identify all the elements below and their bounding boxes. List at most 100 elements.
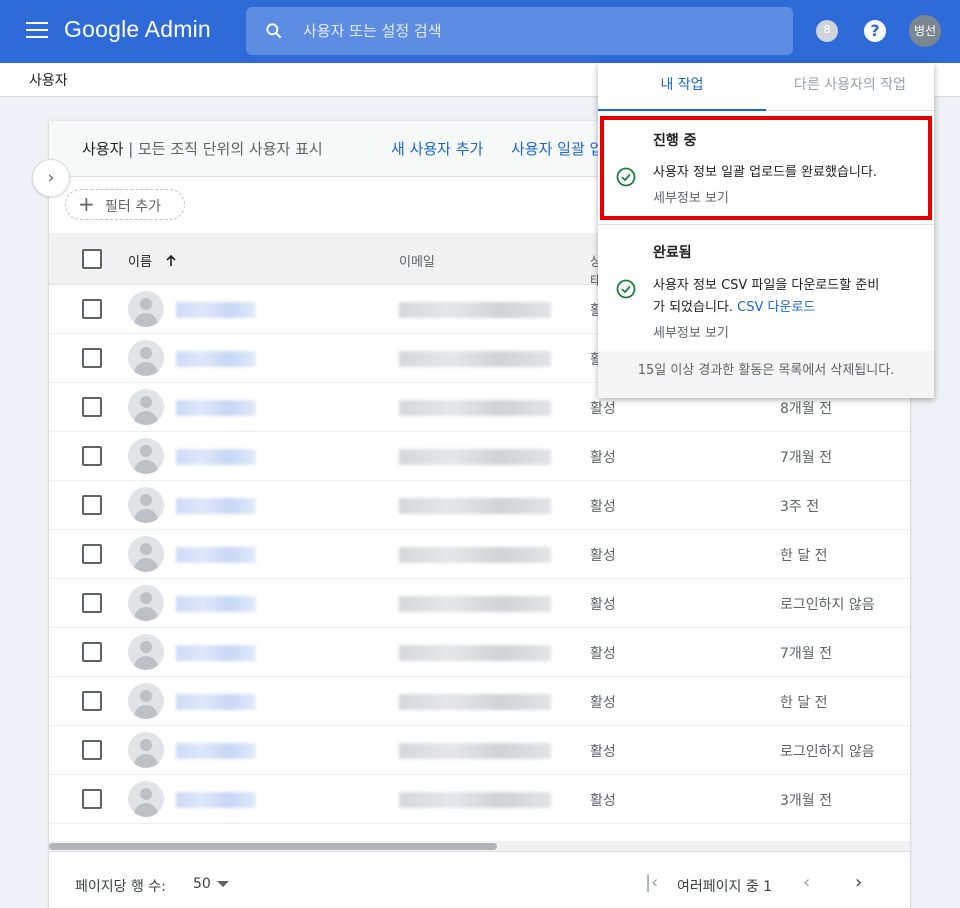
card-title-text: 사용자 — [82, 140, 124, 158]
menu-icon[interactable] — [26, 22, 48, 40]
app-title[interactable]: Google Admin — [64, 16, 211, 43]
user-email-redacted — [399, 645, 551, 661]
in-progress-title: 진행 중 — [653, 133, 697, 149]
account-avatar[interactable]: 병선 — [909, 15, 941, 47]
row-checkbox[interactable] — [82, 593, 102, 613]
row-checkbox[interactable] — [82, 397, 102, 417]
user-name-redacted[interactable] — [176, 547, 256, 563]
user-email-redacted — [399, 351, 551, 367]
search-bar[interactable] — [246, 7, 793, 55]
user-name-redacted[interactable] — [176, 449, 256, 465]
user-avatar — [128, 340, 164, 376]
user-avatar — [128, 536, 164, 572]
csv-download-link[interactable]: CSV 다운로드 — [737, 300, 815, 315]
row-checkbox[interactable] — [82, 740, 102, 760]
tasks-button[interactable]: 8 — [816, 20, 838, 42]
rows-per-page-select[interactable]: 50 — [193, 876, 229, 892]
details-link[interactable]: 세부정보 보기 — [653, 322, 729, 341]
details-link[interactable]: 세부정보 보기 — [653, 187, 729, 206]
tasks-count: 8 — [823, 23, 831, 36]
table-row[interactable]: 활성 7개월 전 — [49, 628, 910, 677]
user-status: 활성 — [590, 597, 616, 613]
tab-others-tasks[interactable]: 다른 사용자의 작업 — [766, 63, 934, 111]
card-title: 사용자 | 모든 조직 단위의 사용자 표시 — [82, 138, 323, 159]
user-last-login: 로그인하지 않음 — [780, 744, 875, 760]
row-checkbox[interactable] — [82, 789, 102, 809]
table-row[interactable]: 활성 3개월 전 — [49, 775, 910, 824]
user-avatar — [128, 291, 164, 327]
column-name-label: 이름 — [128, 255, 152, 270]
row-checkbox[interactable] — [82, 495, 102, 515]
table-row[interactable]: 활성 한 달 전 — [49, 677, 910, 726]
user-avatar — [128, 585, 164, 621]
select-all-checkbox[interactable] — [82, 249, 102, 269]
check-circle-icon — [616, 279, 636, 299]
expand-panel-button[interactable]: › — [32, 159, 70, 197]
table-row[interactable]: 활성 로그인하지 않음 — [49, 579, 910, 628]
user-avatar — [128, 781, 164, 817]
user-name-redacted[interactable] — [176, 743, 256, 759]
horizontal-scrollbar[interactable] — [49, 841, 910, 851]
user-status: 활성 — [590, 793, 616, 809]
card-subtitle: | 모든 조직 단위의 사용자 표시 — [128, 140, 323, 158]
row-checkbox[interactable] — [82, 642, 102, 662]
table-row[interactable]: 활성 한 달 전 — [49, 530, 910, 579]
table-row[interactable]: 활성 7개월 전 — [49, 432, 910, 481]
first-page-icon[interactable]: |‹ — [645, 872, 658, 893]
column-header-name[interactable]: 이름 — [128, 251, 178, 270]
next-page-icon[interactable]: › — [855, 872, 862, 893]
user-name-redacted[interactable] — [176, 351, 256, 367]
user-status: 활성 — [590, 548, 616, 564]
user-last-login: 한 달 전 — [780, 695, 828, 711]
search-input[interactable] — [303, 19, 763, 43]
table-row[interactable]: 활성 3주 전 — [49, 481, 910, 530]
add-filter-button[interactable]: + 필터 추가 — [65, 189, 185, 220]
in-progress-text: 사용자 정보 일괄 업로드를 완료했습니다. — [653, 165, 877, 180]
user-last-login: 3주 전 — [780, 499, 820, 515]
user-name-redacted[interactable] — [176, 400, 256, 416]
top-app-bar: Google Admin 8 ? 병선 — [0, 0, 960, 63]
dropdown-arrow-icon — [216, 881, 229, 887]
row-checkbox[interactable] — [82, 348, 102, 368]
user-last-login: 3개월 전 — [780, 793, 832, 809]
task-panel: 내 작업 다른 사용자의 작업 진행 중 사용자 정보 일괄 업로드를 완료했습… — [598, 63, 934, 398]
user-name-redacted[interactable] — [176, 302, 256, 318]
add-user-button[interactable]: 새 사용자 추가 — [391, 138, 483, 159]
user-name-redacted[interactable] — [176, 596, 256, 612]
scrollbar-thumb[interactable] — [49, 843, 497, 850]
user-avatar — [128, 683, 164, 719]
tab-my-tasks[interactable]: 내 작업 — [598, 63, 766, 111]
column-header-email[interactable]: 이메일 — [399, 251, 435, 270]
user-email-redacted — [399, 743, 551, 759]
add-filter-label: 필터 추가 — [105, 199, 161, 215]
chevron-right-icon: › — [47, 168, 55, 188]
user-last-login: 7개월 전 — [780, 450, 832, 466]
prev-page-icon[interactable]: ‹ — [803, 872, 810, 893]
row-checkbox[interactable] — [82, 544, 102, 564]
row-checkbox[interactable] — [82, 691, 102, 711]
user-last-login: 한 달 전 — [780, 548, 828, 564]
user-email-redacted — [399, 302, 551, 318]
table-row[interactable]: 활성 로그인하지 않음 — [49, 726, 910, 775]
user-status: 활성 — [590, 646, 616, 662]
user-avatar — [128, 732, 164, 768]
breadcrumb-users[interactable]: 사용자 — [29, 70, 68, 90]
user-email-redacted — [399, 792, 551, 808]
arrow-up-icon — [166, 254, 176, 266]
row-checkbox[interactable] — [82, 446, 102, 466]
user-last-login: 로그인하지 않음 — [780, 597, 875, 613]
row-checkbox[interactable] — [82, 299, 102, 319]
column-header-status[interactable]: 상태 — [590, 251, 598, 289]
user-last-login: 7개월 전 — [780, 646, 832, 662]
user-avatar — [128, 487, 164, 523]
user-name-redacted[interactable] — [176, 645, 256, 661]
panel-footer-note: 15일 이상 경과한 활동은 목록에서 삭제됩니다. — [598, 351, 934, 398]
user-name-redacted[interactable] — [176, 694, 256, 710]
user-email-redacted — [399, 400, 551, 416]
user-email-redacted — [399, 596, 551, 612]
user-status: 활성 — [590, 744, 616, 760]
done-text-line-2: 가 되었습니다. — [653, 300, 734, 315]
user-name-redacted[interactable] — [176, 498, 256, 514]
help-button[interactable]: ? — [864, 20, 886, 42]
user-name-redacted[interactable] — [176, 792, 256, 808]
